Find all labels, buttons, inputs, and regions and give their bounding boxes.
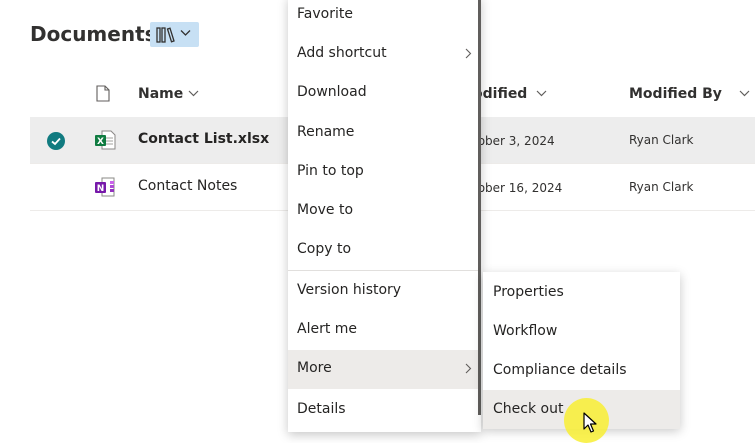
chevron-down-icon[interactable] (739, 90, 750, 97)
file-name[interactable]: Contact Notes (138, 178, 237, 194)
menu-scrollbar[interactable] (478, 0, 481, 415)
menu-divider (288, 270, 481, 271)
document-icon[interactable] (96, 85, 110, 102)
menu-item-download[interactable]: Download (288, 74, 481, 113)
svg-text:N: N (97, 184, 105, 194)
menu-item-move-to[interactable]: Move to (288, 192, 481, 231)
menu-item-alert-me[interactable]: Alert me (288, 311, 481, 350)
modified-date: tober 3, 2024 (473, 134, 555, 148)
submenu-item-properties[interactable]: Properties (483, 273, 680, 312)
column-modified[interactable]: odified (473, 86, 527, 102)
menu-item-version-history[interactable]: Version history (288, 272, 481, 311)
menu-item-details[interactable]: Details (288, 391, 481, 430)
checkmark-icon[interactable] (47, 132, 65, 150)
chevron-down-icon[interactable] (536, 90, 547, 97)
submenu-item-workflow[interactable]: Workflow (483, 312, 680, 351)
menu-item-pin-to-top[interactable]: Pin to top (288, 153, 481, 192)
library-title[interactable]: Documents (30, 22, 157, 46)
onenote-icon: N (95, 177, 115, 197)
menu-item-add-shortcut[interactable]: Add shortcut (288, 35, 481, 74)
column-name[interactable]: Name (138, 86, 183, 102)
library-icon (156, 27, 175, 43)
svg-text:X: X (97, 137, 104, 147)
modified-by: Ryan Clark (629, 180, 694, 194)
modified-by: Ryan Clark (629, 133, 694, 147)
mouse-pointer-icon (583, 412, 597, 433)
menu-item-rename[interactable]: Rename (288, 114, 481, 153)
column-modified-by[interactable]: Modified By (629, 86, 722, 102)
chevron-down-icon[interactable] (188, 90, 199, 97)
excel-icon: X (95, 130, 116, 150)
chevron-down-icon (180, 30, 191, 36)
context-menu: Favorite Add shortcut Download Rename Pi… (288, 0, 481, 432)
menu-item-copy-to[interactable]: Copy to (288, 231, 481, 270)
menu-item-more[interactable]: More (288, 350, 481, 389)
view-options-button[interactable] (150, 22, 199, 47)
modified-date: tober 16, 2024 (473, 181, 563, 195)
chevron-right-icon (465, 363, 472, 374)
file-name[interactable]: Contact List.xlsx (138, 131, 269, 147)
submenu-item-compliance-details[interactable]: Compliance details (483, 351, 680, 390)
menu-item-favorite[interactable]: Favorite (288, 0, 481, 35)
chevron-right-icon (465, 48, 472, 59)
